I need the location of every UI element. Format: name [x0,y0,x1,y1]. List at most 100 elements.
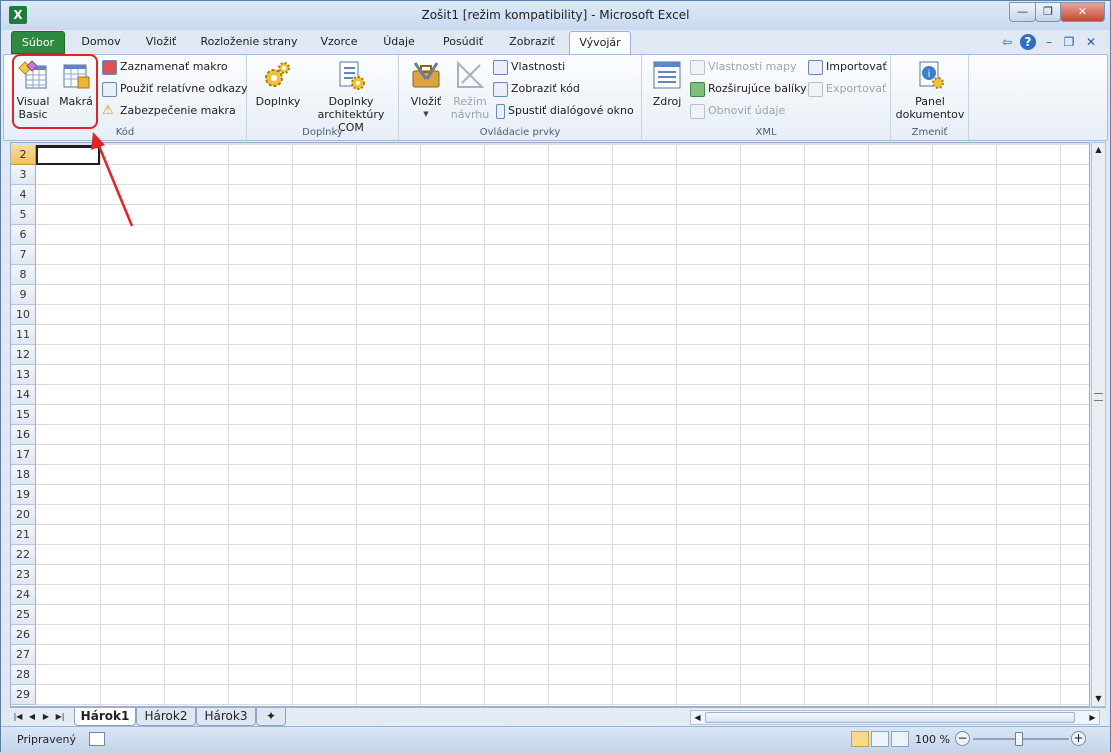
row-header[interactable]: 19 [11,485,36,505]
row-header[interactable]: 7 [11,245,36,265]
macro-record-status-icon[interactable] [89,732,105,746]
tab-data[interactable]: Údaje [375,31,423,54]
row-header[interactable]: 27 [11,645,36,665]
sheet-tab-2[interactable]: Hárok2 [136,708,196,726]
tab-formulas[interactable]: Vzorce [313,31,365,54]
row-header[interactable]: 23 [11,565,36,585]
restore-workbook-icon[interactable]: ❐ [1061,34,1077,50]
zoom-in-icon[interactable]: + [1071,731,1086,746]
properties-button[interactable]: Vlastnosti [493,57,565,77]
last-sheet-icon[interactable]: ▶| [54,710,66,724]
scroll-left-icon[interactable]: ◀ [691,711,704,724]
import-button[interactable]: Importovať [808,57,887,77]
row-header[interactable]: 24 [11,585,36,605]
zoom-slider-thumb[interactable] [1015,732,1023,746]
run-dialog-button[interactable]: Spustiť dialógové okno [493,101,634,121]
record-macro-button[interactable]: Zaznamenať makro [102,57,228,77]
row-header[interactable]: 25 [11,605,36,625]
close-icon: ✕ [1077,5,1088,18]
row-header[interactable]: 2 [11,145,36,165]
scroll-right-icon[interactable]: ▶ [1086,711,1099,724]
svg-text:i: i [928,69,931,80]
addins-label: Doplnky [255,95,301,108]
tab-file[interactable]: Súbor [11,31,65,54]
page-layout-view-icon[interactable] [871,731,889,747]
sheet-tab-1[interactable]: Hárok1 [74,708,136,726]
document-panel-button[interactable]: i Panel dokumentov [895,59,965,121]
scroll-thumb[interactable] [705,712,1075,723]
refresh-data-button[interactable]: Obnoviť údaje [690,101,785,121]
zoom-level[interactable]: 100 % [915,733,950,746]
row-header[interactable]: 8 [11,265,36,285]
first-sheet-icon[interactable]: |◀ [12,710,24,724]
tab-page-layout[interactable]: Rozloženie strany [195,31,303,54]
group-modify: i Panel dokumentov Zmeniť [891,55,969,140]
row-header[interactable]: 13 [11,365,36,385]
active-cell[interactable] [36,145,100,165]
row-header[interactable]: 4 [11,185,36,205]
map-properties-button[interactable]: Vlastnosti mapy [690,57,797,77]
export-icon [808,81,823,97]
row-header[interactable]: 22 [11,545,36,565]
relative-references-icon [102,81,117,97]
help-icon[interactable]: ? [1020,34,1036,50]
split-handle-icon[interactable] [1094,393,1103,401]
spreadsheet-grid[interactable]: 2 3 4 5 6 7 8 9 10 11 12 13 14 15 16 17 18 19 20 21 22 23 24 25… [10,142,1090,707]
macro-security-button[interactable]: ⚠ Zabezpečenie makra [102,101,236,121]
row-header[interactable]: 14 [11,385,36,405]
insert-control-button[interactable]: Vložiť ▼ [405,59,447,121]
horizontal-scrollbar[interactable]: ◀ ▶ [690,710,1100,725]
row-header[interactable]: 18 [11,465,36,485]
zoom-out-icon[interactable]: − [955,731,970,746]
tab-view[interactable]: Zobraziť [501,31,563,54]
tab-review[interactable]: Posúdiť [433,31,493,54]
minimize-icon: — [1017,5,1028,18]
minimize-workbook-icon[interactable]: – [1041,34,1057,50]
column-gridline [100,145,101,706]
restore-button[interactable]: ❐ [1035,2,1061,22]
record-macro-icon [102,59,117,75]
design-mode-icon [454,59,486,91]
xml-source-button[interactable]: Zdroj [648,59,686,108]
vertical-scrollbar[interactable]: ▲ ▼ [1091,142,1106,707]
relative-references-button[interactable]: Použiť relatívne odkazy [102,79,247,99]
row-header[interactable]: 26 [11,625,36,645]
row-header[interactable]: 21 [11,525,36,545]
tab-home[interactable]: Domov [75,31,127,54]
row-header[interactable]: 16 [11,425,36,445]
close-button[interactable]: ✕ [1060,2,1105,22]
view-code-button[interactable]: Zobraziť kód [493,79,580,99]
row-header[interactable]: 11 [11,325,36,345]
next-sheet-icon[interactable]: ▶ [40,710,52,724]
tab-developer[interactable]: Vývojár [569,31,631,54]
addins-button[interactable]: Doplnky [251,59,305,108]
page-break-view-icon[interactable] [891,731,909,747]
tab-insert[interactable]: Vložiť [137,31,185,54]
normal-view-icon[interactable] [851,731,869,747]
row-header[interactable]: 3 [11,165,36,185]
design-mode-button[interactable]: Režim návrhu [447,59,493,121]
prev-sheet-icon[interactable]: ◀ [26,710,38,724]
pin-icon[interactable]: ⇦ [999,34,1015,50]
row-header[interactable]: 15 [11,405,36,425]
row-header[interactable]: 28 [11,665,36,685]
row-header[interactable]: 20 [11,505,36,525]
expansion-packs-button[interactable]: Rozširujúce balíky [690,79,807,99]
minimize-button[interactable]: — [1009,2,1036,22]
export-button[interactable]: Exportovať [808,79,886,99]
excel-window: X Zošit1 [režim kompatibility] - Microso… [0,0,1111,753]
row-header[interactable]: 10 [11,305,36,325]
row-header[interactable]: 17 [11,445,36,465]
row-header[interactable]: 29 [11,685,36,705]
scroll-down-icon[interactable]: ▼ [1092,692,1105,706]
com-addins-button[interactable]: Doplnky architektúry COM [305,59,397,134]
sheet-tab-3[interactable]: Hárok3 [196,708,256,726]
column-gridline [1060,145,1061,706]
row-header[interactable]: 5 [11,205,36,225]
row-header[interactable]: 12 [11,345,36,365]
row-header[interactable]: 6 [11,225,36,245]
row-header[interactable]: 9 [11,285,36,305]
scroll-up-icon[interactable]: ▲ [1092,143,1105,157]
close-workbook-icon[interactable]: ✕ [1083,34,1099,50]
insert-sheet-icon[interactable]: ✦ [256,708,286,726]
